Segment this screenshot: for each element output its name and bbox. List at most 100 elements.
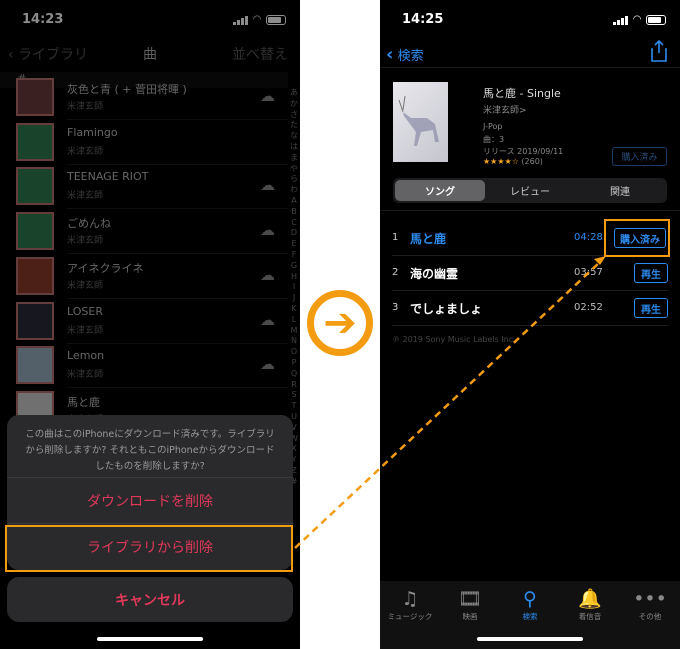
index-letter[interactable]: Q (288, 369, 300, 380)
song-row[interactable]: アイネクライネ 米津玄師 ☁ (0, 254, 288, 299)
song-title: 灰色と青 ( + 菅田将暉 ) (67, 83, 187, 96)
album-purchased-button[interactable]: 購入済み (612, 147, 667, 166)
song-row[interactable]: TEENAGE RIOT 米津玄師 ☁ (0, 164, 288, 210)
remove-download-button[interactable]: ダウンロードを削除 (7, 478, 293, 524)
tab-label: ミュージック (387, 612, 433, 621)
album-artwork (393, 82, 448, 162)
album-genre: J-Pop (483, 122, 503, 131)
segmented-control: ソング レビュー 関連 (393, 178, 667, 203)
track-row[interactable]: 2 海の幽霊 03:57 再生 (392, 256, 668, 291)
index-letter[interactable]: L (288, 315, 300, 326)
album-artist-link[interactable]: 米津玄師> (483, 103, 527, 116)
highlight-box (604, 219, 670, 257)
index-letter[interactable]: F (288, 250, 300, 261)
index-letter[interactable]: H (288, 272, 300, 283)
song-artist: 米津玄師 (67, 236, 104, 247)
song-artist: 米津玄師 (67, 102, 104, 112)
wifi-icon: ◠ (253, 14, 261, 25)
index-letter[interactable]: G (288, 261, 300, 272)
song-row[interactable]: ごめんね 米津玄師 ☁ (0, 209, 288, 255)
back-button[interactable]: ‹ 検索 (386, 44, 424, 65)
tab-music-note[interactable]: ♫ ミュージック (380, 587, 440, 622)
tab-label: 検索 (522, 612, 538, 621)
cloud-download-icon[interactable]: ☁ (260, 266, 280, 284)
index-letter[interactable]: O (288, 347, 300, 358)
index-letter[interactable]: R (288, 380, 300, 391)
index-letter[interactable]: I (288, 282, 300, 293)
album-art (16, 167, 54, 206)
nav-bar: ‹ 検索 (380, 40, 680, 68)
track-duration: 02:52 (574, 302, 603, 313)
index-letter[interactable]: わ (288, 185, 300, 196)
signal-icon (233, 15, 249, 25)
tab-songs[interactable]: ソング (395, 180, 485, 201)
index-letter[interactable]: J (288, 293, 300, 304)
index-letter[interactable]: A (288, 196, 300, 207)
track-duration: 03:57 (574, 267, 603, 278)
right-phone-screen: 14:25 ◠ ‹ 検索 馬と鹿 - Single 米津玄師> J-Pop 曲：… (380, 0, 680, 649)
index-letter[interactable]: M (288, 326, 300, 337)
more-icon: ••• (633, 588, 667, 610)
tab-related[interactable]: 関連 (575, 180, 665, 201)
index-letter[interactable]: ま (288, 153, 300, 164)
cloud-download-icon[interactable]: ☁ (260, 311, 280, 329)
index-letter[interactable]: D (288, 228, 300, 239)
song-row[interactable]: Flamingo 米津玄師 (0, 120, 288, 165)
index-letter[interactable]: あ (288, 88, 300, 99)
album-title: 馬と鹿 - Single (483, 87, 561, 100)
cancel-button[interactable]: キャンセル (7, 577, 293, 622)
highlight-box (5, 525, 293, 572)
play-button[interactable]: 再生 (634, 298, 668, 318)
search-icon: ⚲ (523, 588, 537, 610)
back-label: 検索 (397, 49, 424, 64)
track-duration: 04:28 (574, 232, 603, 243)
song-row[interactable]: LOSER 米津玄師 ☁ (0, 299, 288, 344)
cloud-download-icon[interactable]: ☁ (260, 87, 280, 105)
status-time: 14:23 (22, 12, 64, 27)
album-release: リリース 2019/09/11 (483, 147, 564, 156)
index-letter[interactable]: C (288, 218, 300, 229)
copyright: ℗ 2019 Sony Music Labels Inc. (392, 335, 516, 344)
film-icon: 🎞 (457, 588, 483, 610)
tab-label: 映画 (462, 612, 478, 621)
index-letter[interactable]: や (288, 164, 300, 175)
tab-film[interactable]: 🎞 映画 (440, 587, 500, 622)
index-letter[interactable]: な (288, 131, 300, 142)
index-letter[interactable]: た (288, 120, 300, 131)
cloud-download-icon[interactable]: ☁ (260, 221, 280, 239)
tab-search[interactable]: ⚲ 検索 (500, 587, 560, 622)
album-art (16, 212, 54, 251)
index-letter[interactable]: T (288, 401, 300, 412)
home-indicator (97, 637, 203, 641)
album-track-count: 曲：3 (483, 135, 505, 144)
index-letter[interactable]: さ (288, 110, 300, 121)
song-title: TEENAGE RIOT (67, 170, 149, 184)
index-letter[interactable]: B (288, 207, 300, 218)
play-button[interactable]: 再生 (634, 263, 668, 283)
song-title: 馬と鹿 (67, 395, 100, 409)
tab-more[interactable]: ••• その他 (620, 587, 680, 622)
album-art (16, 256, 54, 295)
signal-icon (613, 15, 629, 25)
status-time: 14:25 (402, 12, 444, 27)
song-title: LOSER (67, 304, 103, 318)
index-letter[interactable]: か (288, 99, 300, 110)
index-letter[interactable]: S (288, 390, 300, 401)
index-letter[interactable]: P (288, 358, 300, 369)
sort-button[interactable]: 並べ替え (232, 44, 288, 64)
share-icon[interactable] (650, 40, 668, 62)
index-letter[interactable]: N (288, 336, 300, 347)
index-letter[interactable]: E (288, 239, 300, 250)
track-row[interactable]: 3 でしょましょ 02:52 再生 (392, 291, 668, 326)
wifi-icon: ◠ (633, 14, 641, 25)
index-letter[interactable]: は (288, 142, 300, 153)
song-row[interactable]: Lemon 米津玄師 ☁ (0, 343, 288, 389)
home-indicator (477, 637, 583, 641)
tab-bell[interactable]: 🔔 着信音 (560, 587, 620, 622)
song-row[interactable]: 灰色と青 ( + 菅田将暉 ) 米津玄師 ☁ (0, 75, 288, 120)
cloud-download-icon[interactable]: ☁ (260, 176, 280, 194)
index-letter[interactable]: K (288, 304, 300, 315)
index-letter[interactable]: ら (288, 174, 300, 185)
cloud-download-icon[interactable]: ☁ (260, 355, 280, 373)
tab-reviews[interactable]: レビュー (485, 180, 575, 201)
